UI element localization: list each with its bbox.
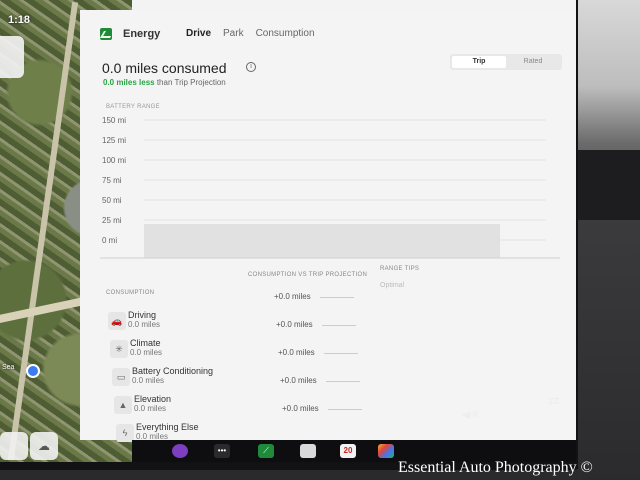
car-icon: 🚗 <box>108 312 126 330</box>
consumption-item: 🚗 Driving 0.0 miles <box>108 310 161 336</box>
swap-arrows-icon[interactable]: ⇄ <box>548 392 560 409</box>
toggle-rated[interactable]: Rated <box>506 56 560 68</box>
toybox-icon[interactable] <box>378 444 394 458</box>
projection-compare-value: +0.0 miles <box>278 348 315 357</box>
tab-park[interactable]: Park <box>223 28 244 39</box>
consumption-item-value: 0.0 miles <box>128 320 161 329</box>
energy-graph-icon <box>100 28 112 40</box>
consumption-item-name: Battery Conditioning <box>132 366 214 376</box>
dashboard-trim <box>578 0 640 480</box>
mute-icon[interactable]: ◀✕ <box>462 408 480 421</box>
consumption-item-value: 0.0 miles <box>132 376 165 385</box>
clock: 1:18 <box>8 14 31 26</box>
calendar-icon[interactable]: 20 <box>340 444 356 458</box>
consumption-item-value: 0.0 miles <box>130 348 163 357</box>
chart-ylabel: BATTERY RANGE <box>106 104 160 110</box>
projection-bar <box>322 325 356 326</box>
projection-compare-value: +0.0 miles <box>274 292 311 301</box>
map-settings-icon[interactable]: ☁ <box>30 432 58 460</box>
more-icon[interactable]: ••• <box>214 444 230 458</box>
projection-bar <box>324 353 358 354</box>
watermark: Essential Auto Photography © <box>398 459 593 476</box>
map-card[interactable] <box>0 36 24 78</box>
miles-consumed: 0.0 miles consumed <box>102 60 227 76</box>
panel-title: Energy <box>123 28 161 40</box>
y-tick-label: 75 mi <box>102 176 122 185</box>
y-tick-label: 50 mi <box>102 196 122 205</box>
toggle-trip[interactable]: Trip <box>452 56 506 68</box>
projection-bar <box>328 409 362 410</box>
info-icon[interactable]: i <box>246 62 256 72</box>
energy-app-icon[interactable]: ⟋ <box>258 444 274 458</box>
y-tick-label: 100 mi <box>102 156 126 165</box>
map-zoom-button[interactable] <box>0 432 28 460</box>
consumption-item: ▲ Elevation 0.0 miles <box>114 394 172 420</box>
projection-compare-value: +0.0 miles <box>276 320 313 329</box>
projection-compare-value: +0.0 miles <box>282 404 319 413</box>
range-tip-value: Optimal <box>380 282 405 289</box>
touchscreen: 1:18 Sea ☁ Energy Drive Park Consumption… <box>0 0 576 462</box>
projection-text: than Trip Projection <box>156 78 226 87</box>
range-tips-label: RANGE TIPS <box>380 266 420 272</box>
consumption-item: ▭ Battery Conditioning 0.0 miles <box>112 366 214 392</box>
consumption-item-name: Driving <box>128 310 157 320</box>
projection-bar <box>326 381 360 382</box>
energy-panel: Energy Drive Park Consumption 0.0 miles … <box>80 10 576 442</box>
compare-label: CONSUMPTION VS TRIP PROJECTION <box>248 272 368 278</box>
consumption-item-name: Everything Else <box>136 422 199 432</box>
consumption-item-value: 0.0 miles <box>134 404 167 413</box>
mountain-icon: ▲ <box>114 396 132 414</box>
notes-icon[interactable] <box>300 444 316 458</box>
projection-difference: 0.0 miles less <box>103 78 155 87</box>
projection-compare-value: +0.0 miles <box>280 376 317 385</box>
range-mode-toggle[interactable]: Trip Rated <box>450 54 562 70</box>
projection-bar <box>320 297 354 298</box>
y-tick-label: 0 mi <box>102 236 117 245</box>
battery-icon: ▭ <box>112 368 130 386</box>
map-town-label: Sea <box>2 364 15 371</box>
consumption-label: CONSUMPTION <box>106 290 155 296</box>
consumption-item-name: Climate <box>130 338 161 348</box>
consumption-item: ✳ Climate 0.0 miles <box>110 338 163 364</box>
energy-tabs: Drive Park Consumption <box>186 28 315 39</box>
location-dot-icon <box>26 364 40 378</box>
y-tick-label: 150 mi <box>102 116 126 125</box>
fan-icon: ✳ <box>110 340 128 358</box>
projection-summary: 0.0 miles less than Trip Projection <box>103 78 226 87</box>
y-tick-label: 125 mi <box>102 136 126 145</box>
tab-drive[interactable]: Drive <box>186 28 211 39</box>
tab-consumption[interactable]: Consumption <box>256 28 315 39</box>
consumption-item-name: Elevation <box>134 394 172 404</box>
y-tick-label: 25 mi <box>102 216 122 225</box>
app-icon[interactable] <box>172 444 188 458</box>
battery-range-chart: 150 mi 125 mi 100 mi 75 mi 50 mi 25 mi 0 mi <box>100 116 560 259</box>
range-area <box>144 224 500 258</box>
